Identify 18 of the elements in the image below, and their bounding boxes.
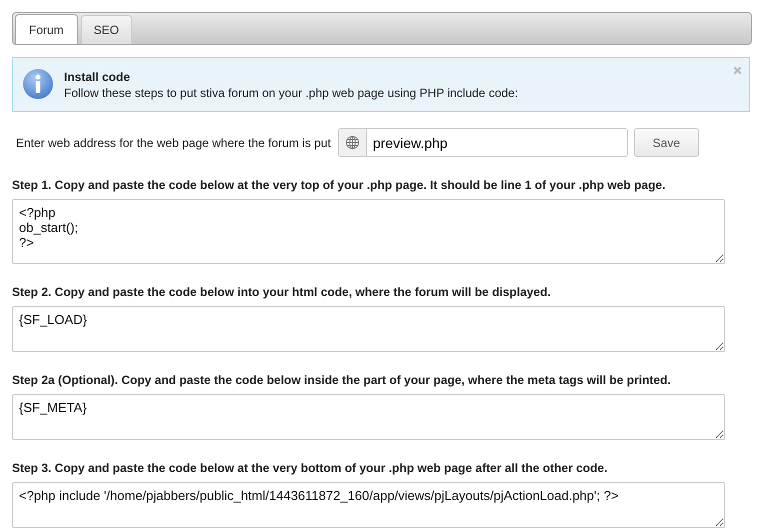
save-button[interactable]: Save (634, 128, 699, 157)
info-icon (21, 68, 55, 102)
code-box[interactable]: <?php include '/home/pjabbers/public_html/1443611872_160/app/views/pjLayouts/pjActionLoad.php'; ?> (12, 482, 725, 528)
tab[interactable]: Forum (15, 14, 78, 44)
globe-icon (344, 135, 360, 150)
tab[interactable]: SEO (80, 15, 132, 44)
notice-text: Follow these steps to put stiva forum on your .php web page using PHP include code: (64, 86, 518, 100)
close-icon[interactable] (733, 66, 742, 75)
step-label: Step 3. Copy and paste the code below at the very bottom of your .php web page after all the other code. (12, 461, 608, 475)
code-box[interactable]: {SF_META} (12, 394, 725, 440)
code-box[interactable]: <?php ob_start(); ?> (12, 199, 725, 264)
step-label: Step 2a (Optional). Copy and paste the code below inside the part of your page, where the meta tags will be printed. (12, 373, 672, 387)
step-label: Step 1. Copy and paste the code below at the very top of your .php page. It should be line 1 of your .php web page. (12, 178, 666, 192)
notice-title: Install code (64, 70, 132, 84)
address-field[interactable]: preview.php (338, 128, 628, 157)
step-label: Step 2. Copy and paste the code below into your html code, where the forum will be displayed. (12, 285, 552, 299)
address-label: Enter web address for the web page where the forum is put (16, 136, 331, 150)
code-box[interactable]: {SF_LOAD} (12, 306, 725, 352)
